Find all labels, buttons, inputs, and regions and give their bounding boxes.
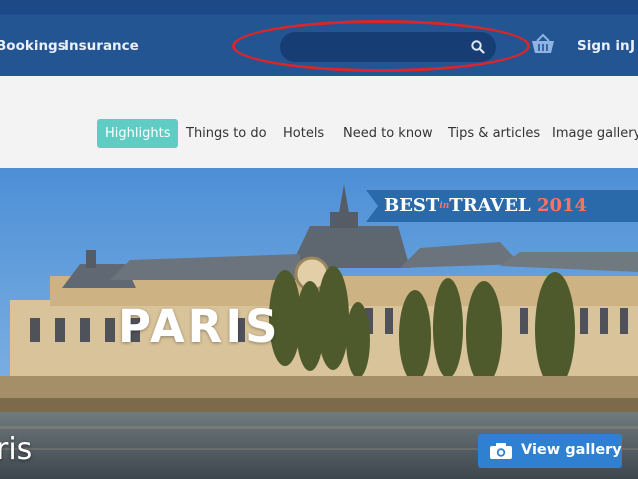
- nav-link-bookings[interactable]: Bookings: [0, 38, 66, 54]
- nav-link-join[interactable]: J: [630, 38, 635, 54]
- paris-logo: PARIS: [118, 300, 281, 353]
- view-gallery-label: View gallery: [521, 442, 622, 458]
- top-header-bar: Bookings Insurance Sign in J: [0, 0, 638, 76]
- view-gallery-button[interactable]: View gallery: [478, 434, 622, 468]
- tab-things-to-do[interactable]: Things to do: [186, 119, 267, 148]
- hero-caption: ris: [0, 432, 33, 467]
- search-input[interactable]: [294, 37, 468, 59]
- tab-image-gallery[interactable]: Image gallery: [552, 119, 638, 148]
- basket-icon[interactable]: [531, 33, 555, 55]
- camera-icon: [490, 443, 512, 459]
- tab-highlights[interactable]: Highlights: [97, 119, 179, 148]
- nav-link-insurance[interactable]: Insurance: [64, 38, 139, 54]
- nav-link-sign-in[interactable]: Sign in: [577, 38, 630, 54]
- best-in-travel-label: BESTinTRAVEL 2014: [384, 195, 588, 216]
- tab-hotels[interactable]: Hotels: [283, 119, 324, 148]
- search-box[interactable]: [280, 32, 496, 62]
- search-icon[interactable]: [470, 39, 486, 55]
- tab-need-to-know[interactable]: Need to know: [343, 119, 433, 148]
- tab-tips-articles[interactable]: Tips & articles: [448, 119, 540, 148]
